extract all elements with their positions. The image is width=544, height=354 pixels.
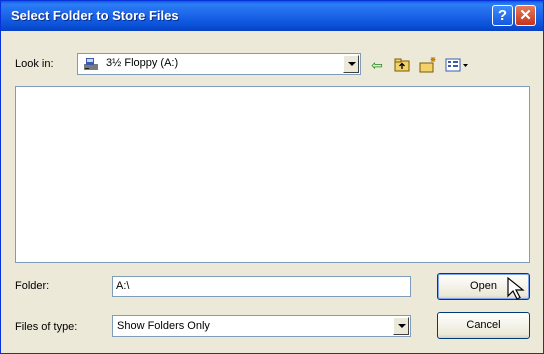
back-button[interactable]: ⇦ (368, 56, 386, 74)
folder-label: Folder: (15, 280, 50, 292)
views-menu-icon (445, 58, 468, 72)
new-folder-button[interactable] (418, 56, 438, 74)
help-button[interactable]: ? (492, 5, 513, 26)
folder-input[interactable]: A:\ (112, 276, 411, 297)
look-in-label: Look in: (15, 58, 54, 70)
folder-input-value: A:\ (116, 280, 130, 292)
files-of-type-label: Files of type: (15, 321, 78, 333)
title-bar[interactable]: Select Folder to Store Files ? ✕ (1, 1, 543, 31)
up-folder-button[interactable] (393, 56, 411, 74)
dialog-window: Select Folder to Store Files ? ✕ Look in… (0, 0, 544, 354)
floppy-drive-icon (84, 58, 98, 70)
help-icon: ? (497, 7, 508, 24)
folder-list-pane[interactable] (15, 86, 530, 263)
files-of-type-value: Show Folders Only (117, 320, 210, 332)
up-folder-icon (394, 58, 410, 72)
files-of-type-dropdown[interactable]: Show Folders Only (112, 315, 411, 337)
look-in-value: 3½ Floppy (A:) (106, 57, 179, 69)
look-in-dropdown-arrow[interactable] (343, 55, 359, 73)
look-in-dropdown[interactable]: 3½ Floppy (A:) (77, 53, 361, 75)
cancel-button[interactable]: Cancel (437, 312, 530, 339)
window-title: Select Folder to Store Files (11, 8, 179, 23)
new-folder-icon (419, 57, 436, 73)
files-of-type-dropdown-arrow[interactable] (393, 317, 409, 335)
close-button[interactable]: ✕ (515, 5, 536, 26)
mouse-pointer-icon (507, 276, 525, 300)
back-arrow-icon: ⇦ (371, 57, 383, 73)
views-menu-button[interactable] (444, 56, 470, 74)
close-icon: ✕ (519, 7, 532, 24)
